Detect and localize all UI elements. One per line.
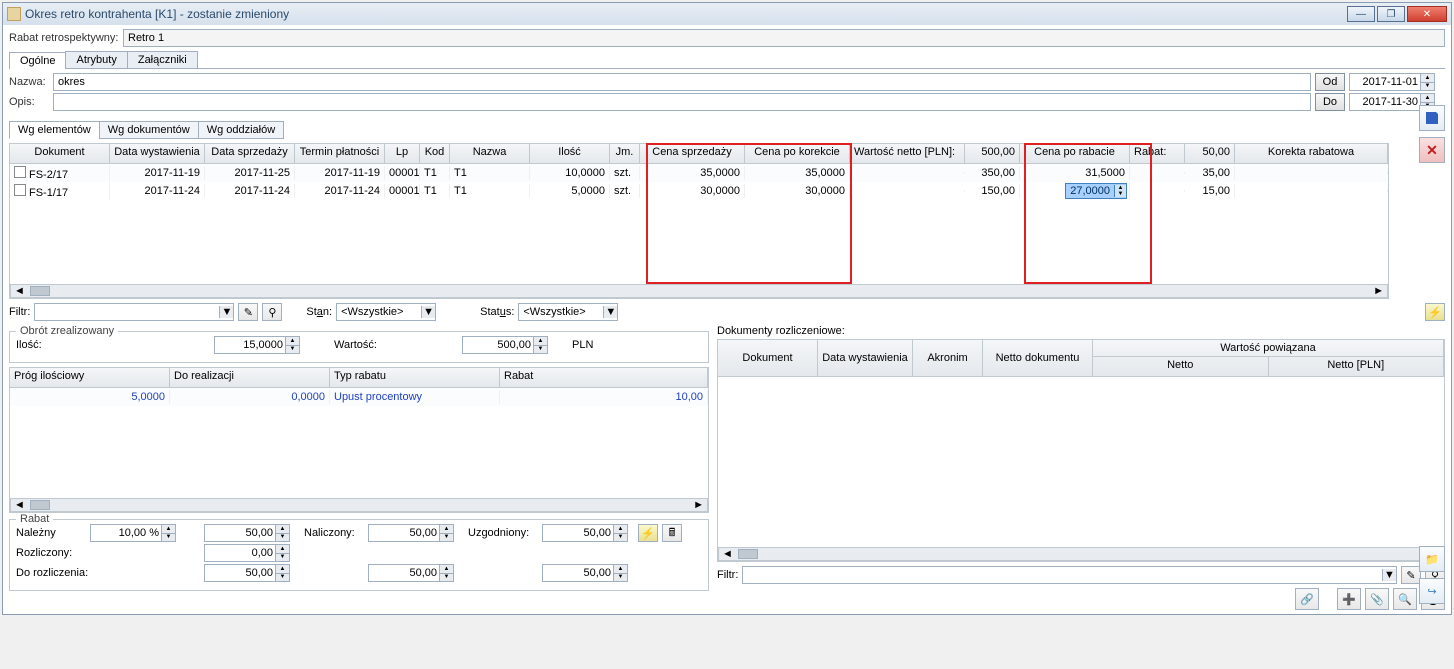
main-grid: Dokument Data wystawienia Data sprzedaży… <box>9 143 1389 299</box>
dokumenty-grid: Dokument Data wystawienia Akronim Netto … <box>717 339 1445 562</box>
ilosc-field[interactable]: ▲▼ <box>214 336 300 354</box>
prog-grid: Próg ilościowy Do realizacji Typ rabatu … <box>9 367 709 513</box>
filter-edit-icon[interactable]: ✎ <box>1401 566 1421 584</box>
preview-button[interactable]: 🔍 <box>1393 588 1417 610</box>
app-icon <box>7 7 21 21</box>
do-rozl-2[interactable]: ▲▼ <box>368 564 454 582</box>
calc-button[interactable]: 🖩 <box>662 524 682 542</box>
tab-ogolne[interactable]: Ogólne <box>9 52 66 69</box>
subtab-wg-dokumentow[interactable]: Wg dokumentów <box>99 121 199 139</box>
table-row[interactable]: FS-2/17 2017-11-19 2017-11-25 2017-11-19… <box>10 164 1388 182</box>
do-button[interactable]: Do <box>1315 93 1345 111</box>
filtr-combo[interactable]: ▼ <box>34 303 234 321</box>
maximize-button[interactable]: ❐ <box>1377 6 1405 22</box>
dok-filtr-combo[interactable]: ▼ <box>742 566 1397 584</box>
uzgodniony-val[interactable]: ▲▼ <box>542 524 628 542</box>
arrow-button[interactable]: ↪ <box>1419 578 1445 604</box>
rabat-group: Rabat Należny ▲▼ ▲▼ Naliczony: ▲▼ Uzgodn… <box>9 519 709 591</box>
nalezny-val[interactable]: ▲▼ <box>204 524 290 542</box>
window-title: Okres retro kontrahenta [K1] - zostanie … <box>25 7 289 21</box>
bolt-button[interactable]: ⚡ <box>1425 303 1445 321</box>
save-button[interactable] <box>1419 105 1445 131</box>
cena-rabat-editor[interactable]: 27,0000▲▼ <box>1065 183 1127 199</box>
close-button[interactable]: ✕ <box>1407 6 1447 22</box>
table-row[interactable]: FS-1/17 2017-11-24 2017-11-24 2017-11-24… <box>10 182 1388 200</box>
col-nazwa[interactable]: Nazwa <box>450 144 530 163</box>
filter-funnel-icon[interactable]: ⚲ <box>262 303 282 321</box>
nalezny-pct[interactable]: ▲▼ <box>90 524 176 542</box>
do-rozl-1[interactable]: ▲▼ <box>204 564 290 582</box>
col-ilosc[interactable]: Ilość <box>530 144 610 163</box>
nazwa-field[interactable] <box>53 73 1311 91</box>
status-combo[interactable]: <Wszystkie>▼ <box>518 303 618 321</box>
add-button[interactable]: ➕ <box>1337 588 1361 610</box>
subtab-wg-oddzialow[interactable]: Wg oddziałów <box>198 121 284 139</box>
wartosc-field[interactable]: ▲▼ <box>462 336 548 354</box>
col-rabat-lbl[interactable]: Rabat: <box>1130 144 1185 163</box>
col-kod[interactable]: Kod <box>420 144 450 163</box>
col-cena-kor[interactable]: Cena po korekcie <box>745 144 850 163</box>
col-cena-rabat[interactable]: Cena po rabacie <box>1020 144 1130 163</box>
od-button[interactable]: Od <box>1315 73 1345 91</box>
h-scrollbar[interactable]: ◄► <box>10 498 708 512</box>
folder-button[interactable]: 📁 <box>1419 546 1445 572</box>
opis-label: Opis: <box>9 96 49 108</box>
table-row[interactable]: 5,0000 0,0000 Upust procentowy 10,00 <box>10 388 708 406</box>
main-window: Okres retro kontrahenta [K1] - zostanie … <box>2 2 1452 615</box>
od-date[interactable]: ▲▼ <box>1349 73 1435 91</box>
subtab-wg-elementow[interactable]: Wg elementów <box>9 121 100 139</box>
col-cena-sprz[interactable]: Cena sprzedaży <box>640 144 745 163</box>
col-data-sprz[interactable]: Data sprzedaży <box>205 144 295 163</box>
rabat-retro-field[interactable] <box>123 29 1445 47</box>
col-rabat-val: 50,00 <box>1185 144 1235 163</box>
cancel-button[interactable]: ✕ <box>1419 137 1445 163</box>
rozliczony-val[interactable]: ▲▼ <box>204 544 290 562</box>
opis-field[interactable] <box>53 93 1311 111</box>
tab-zalaczniki[interactable]: Załączniki <box>127 51 198 68</box>
bolt-button-2[interactable]: ⚡ <box>638 524 658 542</box>
rabat-retro-label: Rabat retrospektywny: <box>9 32 119 44</box>
col-wart-netto-val: 500,00 <box>965 144 1020 163</box>
minimize-button[interactable]: ― <box>1347 6 1375 22</box>
naliczony-val[interactable]: ▲▼ <box>368 524 454 542</box>
col-lp[interactable]: Lp <box>385 144 420 163</box>
main-tabs: Ogólne Atrybuty Załączniki <box>9 51 1445 69</box>
h-scrollbar[interactable]: ◄► <box>10 284 1388 298</box>
tab-atrybuty[interactable]: Atrybuty <box>65 51 127 68</box>
filter-edit-icon[interactable]: ✎ <box>238 303 258 321</box>
col-termin[interactable]: Termin płatności <box>295 144 385 163</box>
filtr-label: Filtr: <box>9 306 30 318</box>
attach-button[interactable]: 📎 <box>1365 588 1389 610</box>
stan-combo[interactable]: <Wszystkie>▼ <box>336 303 436 321</box>
col-dokument[interactable]: Dokument <box>10 144 110 163</box>
link-doc-button[interactable]: 🔗 <box>1295 588 1319 610</box>
h-scrollbar[interactable]: ◄► <box>718 547 1444 561</box>
nazwa-label: Nazwa: <box>9 76 49 88</box>
dokumenty-title: Dokumenty rozliczeniowe: <box>717 325 1445 337</box>
col-jm[interactable]: Jm. <box>610 144 640 163</box>
obrot-group: Obrót zrealizowany Ilość: ▲▼ Wartość: ▲▼… <box>9 331 709 363</box>
titlebar[interactable]: Okres retro kontrahenta [K1] - zostanie … <box>3 3 1451 25</box>
col-wart-netto-lbl[interactable]: Wartość netto [PLN]: <box>850 144 965 163</box>
col-data-wyst[interactable]: Data wystawienia <box>110 144 205 163</box>
do-rozl-3[interactable]: ▲▼ <box>542 564 628 582</box>
col-korekta[interactable]: Korekta rabatowa <box>1235 144 1388 163</box>
